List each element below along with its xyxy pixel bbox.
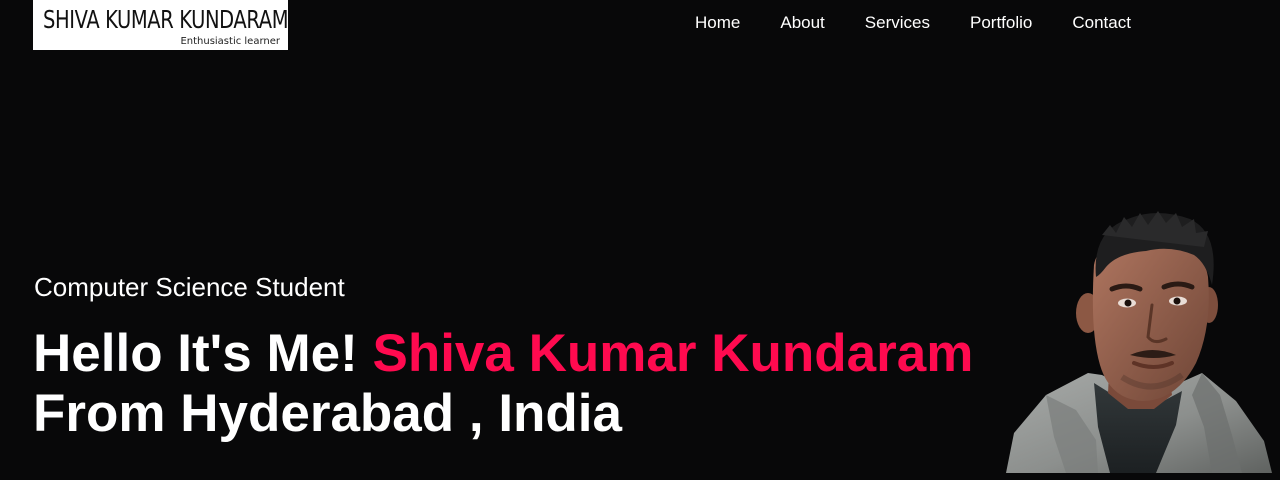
nav-services-link[interactable]: Services — [865, 13, 930, 33]
nav-home-link[interactable]: Home — [695, 13, 740, 33]
nav-contact-link[interactable]: Contact — [1072, 13, 1131, 33]
hero-headline: Hello It's Me! Shiva Kumar Kundaram From… — [33, 324, 973, 444]
logo-tagline: Enthusiastic learner — [180, 36, 280, 47]
nav-about-link[interactable]: About — [780, 13, 824, 33]
logo-title: SHIVA KUMAR KUNDARAM — [43, 5, 289, 34]
hero-subtitle: Computer Science Student — [34, 272, 345, 302]
hero-greeting: Hello It's Me! — [33, 324, 373, 383]
nav-portfolio-link[interactable]: Portfolio — [970, 13, 1032, 33]
hero-name: Shiva Kumar Kundaram — [372, 324, 974, 383]
profile-photo-illustration — [1006, 211, 1272, 473]
profile-photo — [1006, 205, 1272, 473]
hero-location: From Hyderabad , India — [33, 384, 623, 443]
page: SHIVA KUMAR KUNDARAM Enthusiastic learne… — [0, 0, 1280, 480]
site-logo[interactable]: SHIVA KUMAR KUNDARAM Enthusiastic learne… — [33, 0, 289, 50]
main-navigation: Home About Services Portfolio Contact — [695, 13, 1131, 33]
